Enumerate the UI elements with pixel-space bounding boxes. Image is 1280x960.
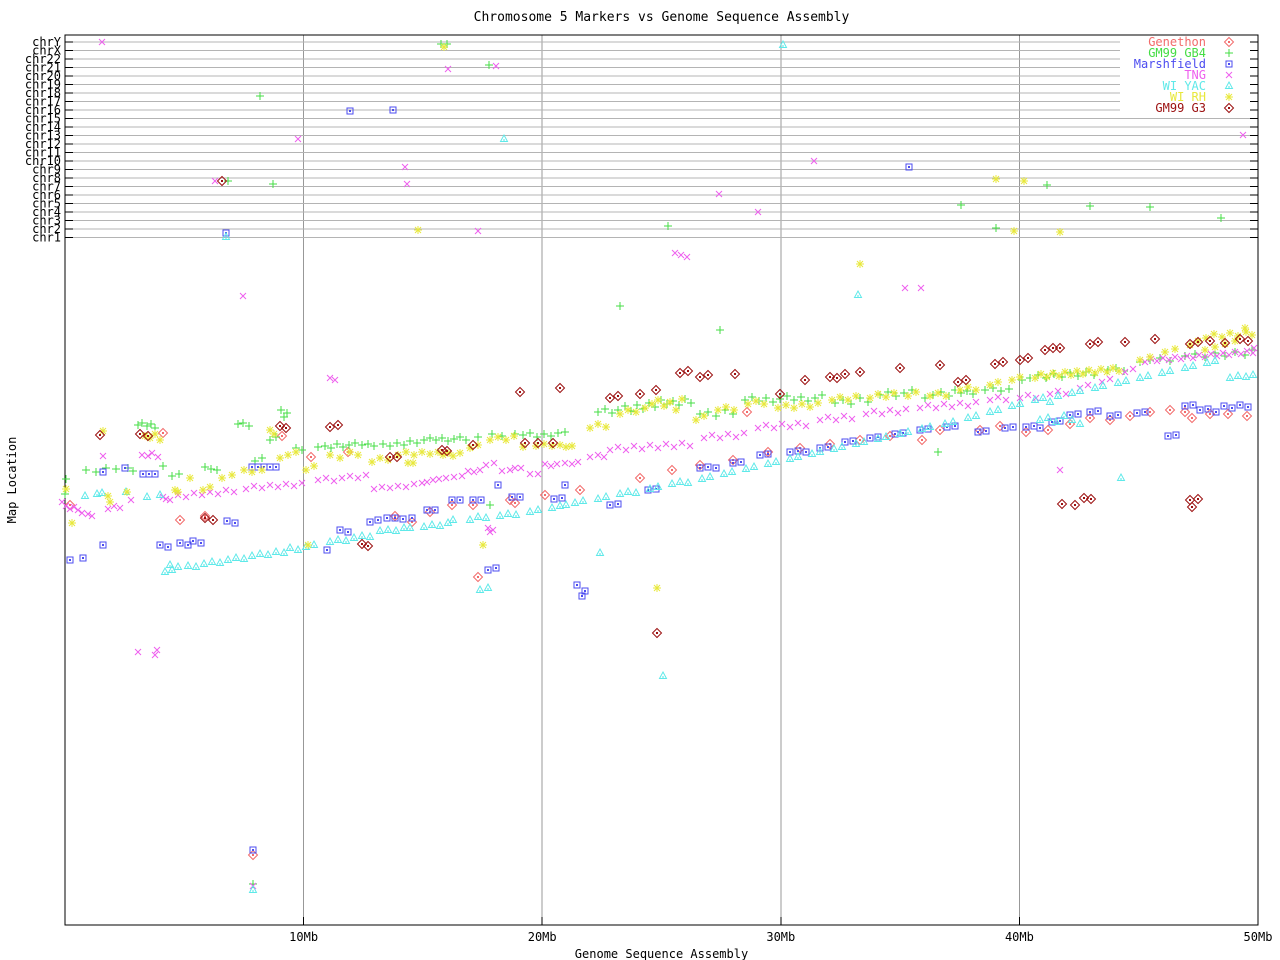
x-tick-label: 20Mb [528, 930, 557, 944]
series-points-marshfield [67, 107, 1251, 853]
x-axis-title: Genome Sequence Assembly [65, 947, 1258, 960]
legend: GenethonGM99 GB4MarshfieldTNGWI YACWI RH… [1120, 35, 1250, 115]
x-tick-label: 30Mb [766, 930, 795, 944]
x-tick-label: 40Mb [1005, 930, 1034, 944]
series-points-genethon [66, 406, 1252, 860]
y-axis-title: Map Location [5, 437, 19, 524]
series-points-wi-rh [62, 43, 1256, 592]
series-points-gm99-gb4 [61, 40, 1256, 888]
chromosome-labels: chrYchrXchr22chr21chr20chr19chr18chr17ch… [25, 35, 62, 245]
x-tick-label: 50Mb [1244, 930, 1273, 944]
legend-marker-asterisk [1225, 93, 1233, 101]
chart-title: Chromosome 5 Markers vs Genome Sequence … [65, 10, 1258, 25]
chart-screenshot: chrYchrXchr22chr21chr20chr19chr18chr17ch… [0, 0, 1280, 960]
series-points-tng [59, 39, 1257, 889]
axes [65, 35, 1258, 925]
scatter-plot-canvas: chrYchrXchr22chr21chr20chr19chr18chr17ch… [0, 0, 1280, 960]
legend-label-gm99-g3: GM99 G3 [1155, 101, 1206, 115]
series-points-gm99-g3 [96, 177, 1253, 638]
x-tick-labels: 10Mb 20Mb 30Mb 40Mb 50Mb [289, 930, 1272, 944]
gridlines [65, 35, 1258, 925]
x-tick-label: 10Mb [289, 930, 318, 944]
y-tick-label: chr1 [32, 231, 61, 245]
